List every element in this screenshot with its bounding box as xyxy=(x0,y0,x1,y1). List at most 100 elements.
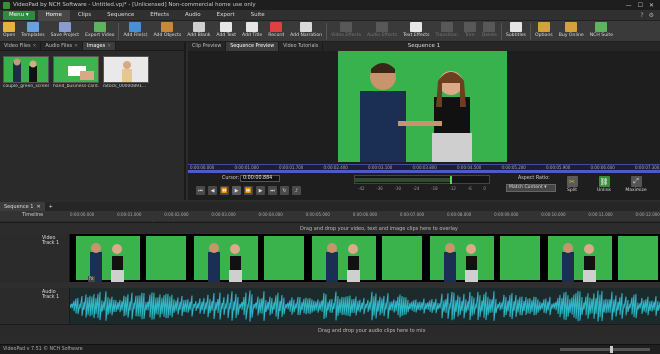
loop-icon[interactable]: ↻ xyxy=(280,186,289,195)
trim-button[interactable]: Trim xyxy=(461,21,479,42)
export-icon xyxy=(93,22,106,32)
video-effects-button[interactable]: Video Effects xyxy=(328,21,364,42)
open-button[interactable]: Open xyxy=(0,21,18,42)
video-clip-frame[interactable] xyxy=(542,234,660,282)
add-sequence-button[interactable]: + xyxy=(45,202,57,211)
tab-sequence-preview[interactable]: Sequence Preview xyxy=(226,42,280,51)
meter-tick: -36 xyxy=(376,186,383,191)
close-button[interactable]: ✕ xyxy=(649,2,654,9)
export-video-button[interactable]: Export Video xyxy=(82,21,117,42)
close-icon[interactable]: ✕ xyxy=(33,44,37,49)
preview-ruler[interactable]: 0:00:00.000 0:00:01.000 0:00:01.700 0:00:02… xyxy=(188,164,660,173)
templates-button[interactable]: Templates xyxy=(18,21,47,42)
trim-icon xyxy=(463,22,476,32)
timeline-zoom-slider[interactable] xyxy=(560,346,650,353)
tab-sequence-1[interactable]: Sequence 1 ✕ xyxy=(0,202,45,211)
tab-home[interactable]: Home xyxy=(37,9,70,21)
timeline-tick: 0:00:06.000 xyxy=(352,212,378,217)
options-button[interactable]: Options xyxy=(532,21,556,42)
tab-clips[interactable]: Clips xyxy=(70,10,99,21)
status-bar: VideoPad v 7.51 © NCH Software xyxy=(0,344,660,354)
add-title-button[interactable]: Add Title xyxy=(239,21,265,42)
add-objects-button[interactable]: Add Objects xyxy=(151,21,185,42)
audio-waveform[interactable] xyxy=(70,288,660,324)
rewind-icon[interactable]: ⏪ xyxy=(220,186,229,195)
maximize-button[interactable]: ☐ xyxy=(638,2,643,9)
meter-tick: -18 xyxy=(431,186,438,191)
audio-hint: Drag and drop your audio clips here to m… xyxy=(318,328,426,334)
step-forward-icon[interactable]: ▶ xyxy=(256,186,265,195)
unlink-icon: ⛓ xyxy=(598,176,610,187)
video-effects-icon xyxy=(340,22,353,32)
close-icon[interactable]: ✕ xyxy=(36,204,40,210)
media-item[interactable]: hand_business-card.jpg xyxy=(53,56,99,89)
overlay-drop-zone[interactable]: Drag and drop your video, text and image… xyxy=(0,222,660,234)
cart-icon xyxy=(565,22,578,32)
tab-video-tutorials[interactable]: Video Tutorials xyxy=(279,42,324,51)
window-title: VideoPad by NCH Software - Untitled.vpj*… xyxy=(13,2,256,8)
split-button[interactable]: ✂ Split xyxy=(558,174,586,198)
audio-level-meter xyxy=(354,175,490,184)
go-to-end-icon[interactable]: ⏭ xyxy=(268,186,277,195)
status-text: VideoPad v 7.51 © NCH Software xyxy=(3,347,83,352)
tab-suite[interactable]: Suite xyxy=(243,10,273,21)
tab-clip-preview[interactable]: Clip Preview xyxy=(188,42,227,51)
tab-sequence[interactable]: Sequence xyxy=(99,10,142,21)
step-back-icon[interactable]: ◀ xyxy=(208,186,217,195)
suite-icon xyxy=(595,22,608,32)
delete-button[interactable]: Delete xyxy=(479,21,500,42)
video-track-clips[interactable] xyxy=(70,234,660,282)
folder-icon xyxy=(3,22,16,32)
save-project-button[interactable]: Save Project xyxy=(48,21,82,42)
video-clip-frame[interactable] xyxy=(306,234,424,282)
tab-audio[interactable]: Audio xyxy=(177,10,209,21)
close-icon[interactable]: ✕ xyxy=(107,44,111,49)
meter-tick: -24 xyxy=(412,186,420,191)
timeline-tick: 0:00:11.000 xyxy=(588,212,613,217)
add-blank-button[interactable]: Add Blank xyxy=(184,21,213,42)
title-bar: VideoPad by NCH Software - Untitled.vpj*… xyxy=(0,0,660,10)
add-narration-button[interactable]: Add Narration xyxy=(287,21,325,42)
audio-drop-zone[interactable]: Drag and drop your audio clips here to m… xyxy=(0,324,660,335)
sequence-tabs: Sequence 1 ✕ + xyxy=(0,202,660,211)
media-item[interactable]: couple_green_screen... xyxy=(3,56,49,89)
text-effects-button[interactable]: Text Effects xyxy=(400,21,432,42)
aspect-ratio-select[interactable]: Match Content ▾ xyxy=(506,184,556,192)
close-icon[interactable]: ✕ xyxy=(74,44,78,49)
media-item[interactable]: iStock_00000891... xyxy=(103,56,149,89)
transition-button[interactable]: Transition xyxy=(433,21,461,42)
tab-video-files[interactable]: Video Files ✕ xyxy=(0,42,42,50)
cursor-time-field[interactable]: 0:00:00.884 xyxy=(240,175,280,182)
add-text-button[interactable]: Add Text xyxy=(213,21,239,42)
tab-effects[interactable]: Effects xyxy=(142,10,177,21)
video-clip-frame[interactable] xyxy=(424,234,542,282)
record-icon xyxy=(270,22,283,32)
minimize-button[interactable]: — xyxy=(626,2,632,9)
main-menu-button[interactable]: Menu ▾ xyxy=(3,10,35,20)
audio-effects-button[interactable]: Audio Effects xyxy=(364,21,400,42)
video-track-header: Video Track 1 xyxy=(0,234,70,282)
volume-icon[interactable]: ♪ xyxy=(292,186,301,195)
video-clip-frame[interactable] xyxy=(70,234,188,282)
record-button[interactable]: Record xyxy=(265,21,287,42)
buy-online-button[interactable]: Buy Online xyxy=(556,21,587,42)
timeline-tick: 0:00:00.000 xyxy=(70,212,95,217)
nch-suite-button[interactable]: NCH Suite xyxy=(587,21,616,42)
help-icon[interactable]: ? xyxy=(640,12,643,19)
tab-images[interactable]: Images ✕ xyxy=(82,42,116,50)
video-frame[interactable] xyxy=(338,51,507,162)
go-to-start-icon[interactable]: ⏮ xyxy=(196,186,205,195)
settings-icon[interactable]: ⚙ xyxy=(649,12,654,19)
fast-forward-icon[interactable]: ⏩ xyxy=(244,186,253,195)
video-clip-frame[interactable] xyxy=(188,234,306,282)
subtitles-button[interactable]: Subtitles xyxy=(503,21,529,42)
play-icon[interactable]: ▶ xyxy=(232,186,241,195)
tab-audio-files[interactable]: Audio Files ✕ xyxy=(41,42,83,50)
tab-export[interactable]: Export xyxy=(209,10,243,21)
add-file-s-button[interactable]: Add File(s) xyxy=(120,21,150,42)
timeline-tick: 0:00:12.000 xyxy=(635,212,660,217)
timeline-ruler[interactable]: 0:00:00.000 0:00:01.000 0:00:02.000 0:00:03… xyxy=(70,212,660,217)
options-icon xyxy=(537,22,550,32)
maximize-preview-button[interactable]: ⤢ Maximize xyxy=(622,174,650,198)
unlink-button[interactable]: ⛓ Unlink xyxy=(590,174,618,198)
